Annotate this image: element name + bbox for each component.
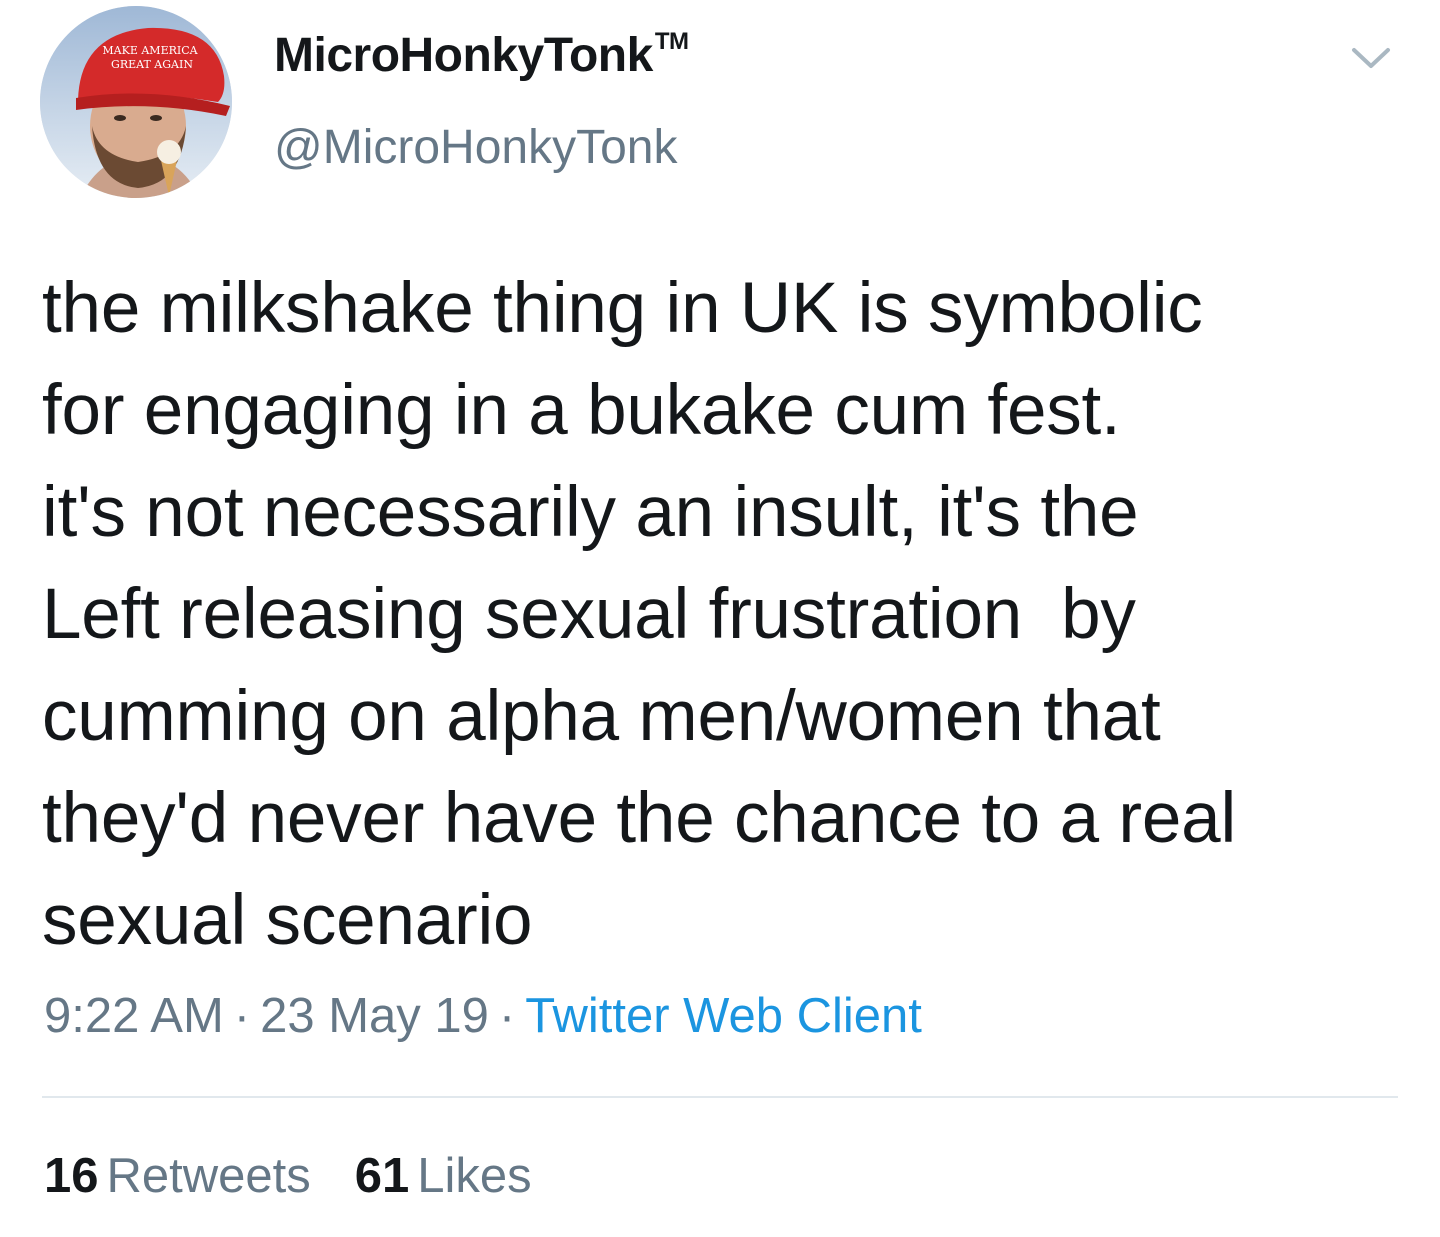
avatar[interactable]: MAKE AMERICA GREAT AGAIN bbox=[40, 6, 232, 198]
meta-separator: · bbox=[498, 989, 516, 1043]
hat-text-line1: MAKE AMERICA bbox=[102, 44, 198, 57]
tweet-card: MAKE AMERICA GREAT AGAIN MicroHonkyTonkT… bbox=[0, 0, 1440, 1237]
author-handle[interactable]: @MicroHonkyTonk bbox=[274, 120, 678, 175]
tweet-text-line: it's not necessarily an insult, it's the bbox=[42, 473, 1139, 552]
retweets-stat[interactable]: 16 Retweets bbox=[44, 1148, 311, 1204]
tweet-time[interactable]: 9:22 AM bbox=[44, 989, 224, 1043]
tweet-text-line: sexual scenario bbox=[42, 881, 533, 960]
tweet-metadata: 9:22 AM · 23 May 19 · Twitter Web Client bbox=[44, 988, 922, 1044]
tweet-menu-button[interactable] bbox=[1348, 38, 1394, 78]
author-display-name[interactable]: MicroHonkyTonkTM bbox=[274, 28, 689, 83]
divider bbox=[42, 1096, 1398, 1098]
tweet-stats: 16 Retweets 61 Likes bbox=[44, 1148, 532, 1204]
tweet-text-line: cumming on alpha men/women that bbox=[42, 677, 1161, 756]
tweet-date[interactable]: 23 May 19 bbox=[260, 989, 489, 1043]
likes-label: Likes bbox=[417, 1149, 532, 1203]
meta-separator: · bbox=[233, 989, 251, 1043]
tweet-source-link[interactable]: Twitter Web Client bbox=[525, 989, 922, 1043]
hat-text-line2: GREAT AGAIN bbox=[111, 58, 193, 71]
avatar-image: MAKE AMERICA GREAT AGAIN bbox=[40, 6, 232, 198]
likes-count: 61 bbox=[354, 1149, 410, 1203]
tweet-text-line: for engaging in a bukake cum fest. bbox=[42, 371, 1121, 450]
tweet-text-line: the milkshake thing in UK is symbolic bbox=[42, 269, 1203, 348]
tweet-text-line: they'd never have the chance to a real bbox=[42, 779, 1237, 858]
tweet-text-line: Left releasing sexual frustration by bbox=[42, 575, 1136, 654]
tweet-text: the milkshake thing in UK is symbolic fo… bbox=[42, 258, 1412, 972]
chevron-down-icon bbox=[1352, 48, 1390, 68]
trademark-symbol: TM bbox=[654, 28, 689, 55]
display-name-text[interactable]: MicroHonkyTonk bbox=[274, 29, 653, 82]
likes-stat[interactable]: 61 Likes bbox=[355, 1148, 532, 1204]
retweets-label: Retweets bbox=[106, 1149, 311, 1203]
retweets-count: 16 bbox=[44, 1149, 99, 1203]
